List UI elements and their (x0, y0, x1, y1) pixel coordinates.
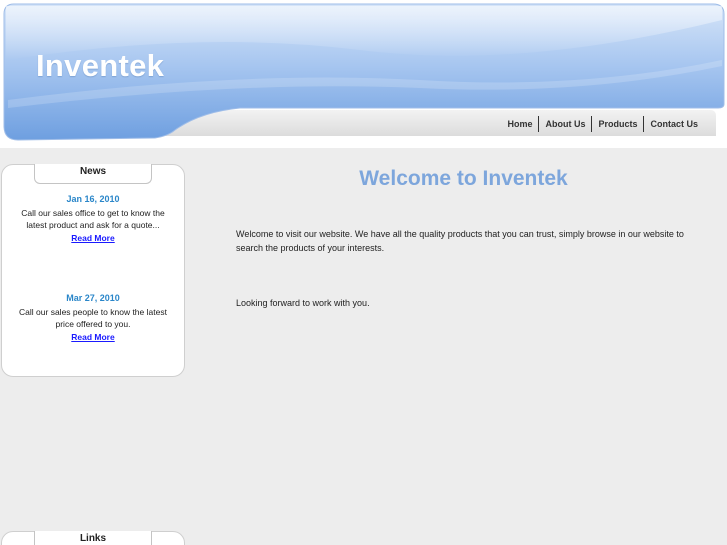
nav-products[interactable]: Products (592, 115, 643, 133)
page-title: Welcome to Inventek (359, 167, 568, 190)
links-panel: Links (1, 531, 185, 545)
closing-paragraph: Looking forward to work with you. (236, 298, 370, 308)
top-nav: Home About Us Products Contact Us (501, 115, 704, 133)
read-more-link[interactable]: Read More (10, 331, 176, 344)
news-heading: News (34, 164, 152, 184)
nav-about-us[interactable]: About Us (539, 115, 591, 133)
news-text: Call our sales people to know the latest… (19, 306, 167, 330)
news-text: Call our sales office to get to know the… (21, 207, 165, 231)
site-logo-title[interactable]: Inventek (36, 48, 164, 84)
news-date: Jan 16, 2010 (66, 194, 120, 204)
nav-contact-us[interactable]: Contact Us (644, 115, 704, 133)
page: Inventek Home About Us Products Contact … (0, 0, 727, 545)
news-item: Jan 16, 2010 Call our sales office to ge… (10, 193, 176, 244)
nav-home[interactable]: Home (501, 115, 538, 133)
news-panel: News Jan 16, 2010 Call our sales office … (1, 164, 185, 377)
news-date: Mar 27, 2010 (66, 293, 120, 303)
links-heading: Links (34, 531, 152, 545)
read-more-link[interactable]: Read More (10, 232, 176, 245)
news-item: Mar 27, 2010 Call our sales people to kn… (10, 292, 176, 343)
intro-paragraph: Welcome to visit our website. We have al… (236, 229, 684, 253)
